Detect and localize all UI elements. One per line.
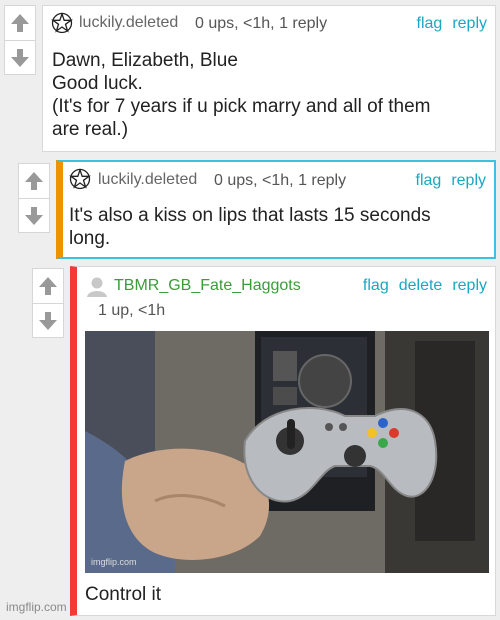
vote-column-1 (4, 5, 36, 75)
comment-actions: flag reply (406, 172, 486, 190)
reply-link[interactable]: reply (452, 15, 487, 32)
upvote-button[interactable] (19, 164, 49, 199)
downvote-button[interactable] (33, 304, 63, 338)
controller-photo (85, 331, 489, 573)
comment-line: It's also a kiss on lips that lasts 15 s… (69, 205, 431, 226)
comment-body: It's also a kiss on lips that lasts 15 s… (69, 204, 431, 250)
default-avatar-icon (87, 277, 107, 297)
pentagram-star-icon (69, 168, 91, 190)
username[interactable]: TBMR_GB_Fate_Haggots (114, 277, 301, 295)
comment-image[interactable]: imgflip.com (85, 331, 489, 573)
reply-link[interactable]: reply (451, 172, 486, 189)
downvote-button[interactable] (5, 41, 35, 75)
flag-link[interactable]: flag (417, 15, 443, 32)
comment-meta: 1 up, <1h (98, 302, 166, 319)
comment-line: Good luck. (52, 73, 143, 94)
flag-link[interactable]: flag (363, 277, 389, 294)
comment-1: luckily.deleted 0 ups, <1h, 1 reply flag… (42, 5, 496, 152)
pentagram-star-icon (51, 12, 73, 34)
comment-body: Dawn, Elizabeth, Blue Good luck. (It's f… (52, 49, 430, 141)
vote-column-3 (32, 268, 64, 338)
comment-line: Control it (85, 584, 162, 605)
upvote-button[interactable] (5, 6, 35, 41)
comment-line: (It's for 7 years if u pick marry and al… (52, 96, 431, 117)
username[interactable]: luckily.deleted (98, 171, 197, 189)
vote-column-2 (18, 163, 50, 233)
arrow-up-icon (11, 14, 29, 32)
arrow-down-icon (11, 49, 29, 67)
comment-body: Control it (85, 583, 161, 606)
arrow-down-icon (25, 207, 43, 225)
upvote-button[interactable] (33, 269, 63, 304)
comment-line: long. (69, 228, 111, 249)
comment-actions: flag delete reply (353, 277, 487, 295)
reply-link[interactable]: reply (452, 277, 487, 294)
arrow-up-icon (39, 277, 57, 295)
image-watermark: imgflip.com (91, 557, 137, 567)
delete-link[interactable]: delete (399, 277, 443, 294)
flag-link[interactable]: flag (416, 172, 442, 189)
downvote-button[interactable] (19, 199, 49, 233)
arrow-up-icon (25, 172, 43, 190)
comment-line: Dawn, Elizabeth, Blue (52, 50, 238, 71)
imgflip-watermark: imgflip.com (6, 600, 67, 614)
comment-meta: 0 ups, <1h, 1 reply (214, 172, 347, 189)
comment-line: are real.) (52, 119, 129, 140)
arrow-down-icon (39, 312, 57, 330)
comment-2: luckily.deleted 0 ups, <1h, 1 reply flag… (56, 160, 496, 259)
comment-3: TBMR_GB_Fate_Haggots 1 up, <1h flag delet… (70, 266, 496, 616)
comment-meta: 0 ups, <1h, 1 reply (195, 15, 328, 32)
comment-actions: flag reply (407, 15, 487, 33)
username[interactable]: luckily.deleted (79, 14, 178, 32)
